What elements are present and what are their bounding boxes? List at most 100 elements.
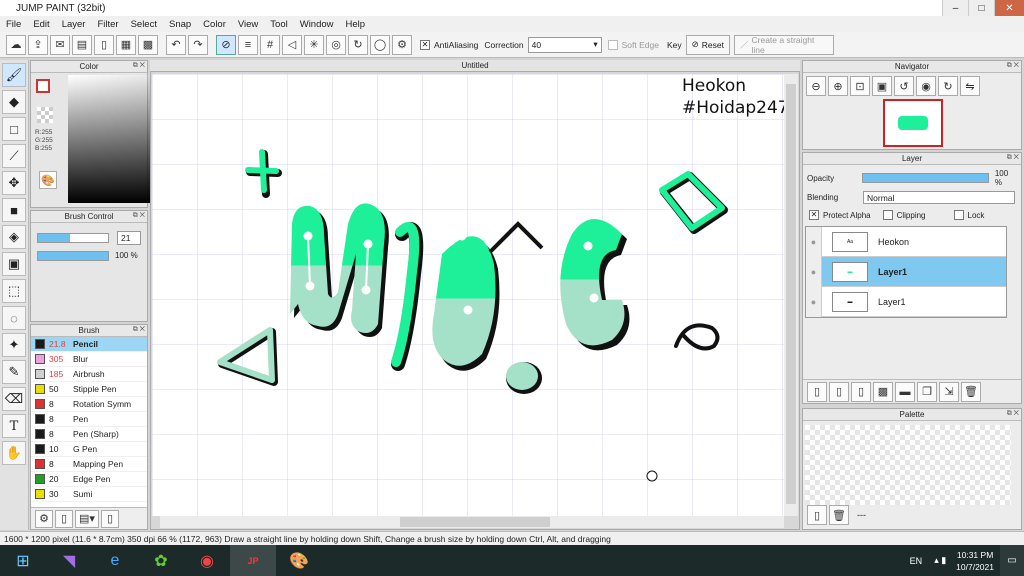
brush-item[interactable]: 50 Stipple Pen [31, 382, 147, 397]
drawing-canvas[interactable]: Heokon #Hoidap247 [152, 74, 784, 516]
export-icon[interactable]: ⇪ [28, 34, 48, 55]
tiles-icon[interactable]: ▩ [138, 34, 158, 55]
layer-row[interactable]: ● ▬ Layer1 [806, 256, 1006, 287]
fill-rect-tool-icon[interactable]: ■ [2, 198, 26, 222]
correction-select[interactable]: 40 ▾ [527, 36, 602, 53]
eraser-tool-icon[interactable]: ◆ [2, 90, 26, 114]
curve-snap-icon[interactable]: ↻ [348, 34, 368, 55]
duplicate-layer-icon[interactable]: ❐ [917, 381, 937, 402]
antialiasing-checkbox[interactable]: ✕ [420, 39, 430, 50]
panel-float-icon[interactable]: ⧉ ✕ [1007, 410, 1019, 418]
brush-item[interactable]: 8 Pen (Sharp) [31, 427, 147, 442]
menu-tool[interactable]: Tool [270, 19, 287, 30]
visibility-icon[interactable]: ● [806, 286, 822, 317]
line-tool-icon[interactable]: ⟋ [2, 144, 26, 168]
redo-icon[interactable]: ↷ [188, 34, 208, 55]
blending-select[interactable]: Normal [863, 191, 1015, 204]
maximize-button[interactable]: □ [968, 0, 994, 16]
rotate-left-icon[interactable]: ↺ [894, 76, 914, 96]
menu-select[interactable]: Select [131, 19, 157, 30]
folder-icon[interactable]: ▬ [895, 381, 915, 402]
language-indicator[interactable]: EN [910, 556, 923, 566]
chrome-icon[interactable]: ◉ [184, 545, 230, 576]
panel-float-icon[interactable]: ⧉ ✕ [133, 326, 145, 334]
radial-snap-icon[interactable]: ✳ [304, 34, 324, 55]
straight-line-button[interactable]: ／ Create a straight line [733, 34, 834, 55]
panel-float-icon[interactable]: ⧉ ✕ [1007, 154, 1019, 162]
parallel-snap-icon[interactable]: ≡ [238, 34, 258, 55]
notification-icon[interactable]: ▭ [1000, 545, 1024, 576]
vertical-scrollbar[interactable] [784, 74, 798, 516]
start-button[interactable]: ⊞ [0, 545, 46, 576]
comment-icon[interactable]: ✉ [50, 34, 70, 55]
new-layer-icon[interactable]: ▯ [807, 381, 827, 402]
lasso-tool-icon[interactable]: ◌ [2, 306, 26, 330]
text-tool-icon[interactable]: T [2, 414, 26, 438]
zoom-out-icon[interactable]: ⊖ [806, 76, 826, 96]
reset-button[interactable]: ⊘ Reset [685, 34, 730, 55]
undo-icon[interactable]: ↶ [166, 34, 186, 55]
rotate-right-icon[interactable]: ↻ [938, 76, 958, 96]
saturation-value-picker[interactable] [68, 75, 160, 203]
cloud-icon[interactable]: ☁ [6, 34, 26, 55]
menu-window[interactable]: Window [300, 19, 334, 30]
actual-size-icon[interactable]: ▣ [872, 76, 892, 96]
panel-float-icon[interactable]: ⧉ ✕ [133, 212, 145, 220]
menu-layer[interactable]: Layer [62, 19, 86, 30]
fg-color-swatch[interactable] [36, 79, 50, 93]
transparent-swatch[interactable] [37, 107, 53, 123]
brush-item[interactable]: 10 G Pen [31, 442, 147, 457]
brush-menu-icon[interactable]: ▤▾ [75, 509, 99, 528]
reset-view-icon[interactable]: ◉ [916, 76, 936, 96]
menu-color[interactable]: Color [203, 19, 226, 30]
page-icon[interactable]: ▯ [94, 34, 114, 55]
panel-float-icon[interactable]: ⧉ ✕ [133, 62, 145, 70]
navigator-preview[interactable] [883, 99, 943, 147]
clipping-checkbox[interactable] [882, 210, 893, 220]
brush-item[interactable]: 8 Rotation Symm [31, 397, 147, 412]
brush-item[interactable]: 8 Mapping Pen [31, 457, 147, 472]
brush-settings-icon[interactable]: ⚙ [35, 509, 53, 528]
grid-layout-icon[interactable]: ▦ [116, 34, 136, 55]
visibility-icon[interactable]: ● [806, 226, 822, 257]
clock[interactable]: 10:31 PM 10/7/2021 [956, 549, 994, 573]
hand-tool-icon[interactable]: ✋ [2, 441, 26, 465]
menu-filter[interactable]: Filter [97, 19, 118, 30]
select-eraser-icon[interactable]: ⌫ [2, 387, 26, 411]
magic-wand-icon[interactable]: ✦ [2, 333, 26, 357]
app-green-icon[interactable]: ✿ [138, 545, 184, 576]
rectangle-tool-icon[interactable]: □ [2, 117, 26, 141]
bucket-tool-icon[interactable]: ◈ [2, 225, 26, 249]
new-brush-icon[interactable]: ▯ [55, 509, 73, 528]
move-tool-icon[interactable]: ✥ [2, 171, 26, 195]
delete-layer-icon[interactable]: 🗑 [961, 381, 981, 402]
snap-settings-icon[interactable]: ⚙ [392, 34, 412, 55]
menu-edit[interactable]: Edit [33, 19, 49, 30]
new-palette-icon[interactable]: ▯ [807, 505, 827, 525]
concentric-snap-icon[interactable]: ◎ [326, 34, 346, 55]
merge-layer-icon[interactable]: ⇲ [939, 381, 959, 402]
zoom-in-icon[interactable]: ⊕ [828, 76, 848, 96]
select-pen-icon[interactable]: ✎ [2, 360, 26, 384]
internet-explorer-icon[interactable]: e [92, 545, 138, 576]
delete-palette-icon[interactable]: 🗑 [829, 505, 849, 525]
protect-alpha-checkbox[interactable]: ✕ [809, 210, 819, 220]
brush-tool-icon[interactable]: 🖌 [2, 63, 26, 87]
flip-icon[interactable]: ⇋ [960, 76, 980, 96]
new-layer-1bit-icon[interactable]: ▯ [851, 381, 871, 402]
tone-layer-icon[interactable]: ▩ [873, 381, 893, 402]
panel-float-icon[interactable]: ⧉ ✕ [1007, 62, 1019, 70]
snap-off-icon[interactable]: ⊘ [216, 34, 236, 55]
paint-icon[interactable]: 🎨 [276, 545, 322, 576]
perspective-snap-icon[interactable]: ◁ [282, 34, 302, 55]
brush-item[interactable]: 20 Edge Pen [31, 472, 147, 487]
brush-item[interactable]: 21.8 Pencil [31, 337, 147, 352]
brush-opacity-slider[interactable] [37, 251, 109, 261]
layer-row[interactable]: ● Aa Heokon [806, 226, 1006, 257]
jump-paint-icon[interactable]: JP [230, 545, 276, 576]
delete-brush-icon[interactable]: ▯ [101, 509, 119, 528]
grid-snap-icon[interactable]: # [260, 34, 280, 55]
soft-edge-checkbox[interactable] [607, 39, 618, 50]
brush-size-slider[interactable] [37, 233, 109, 243]
layer-opacity-slider[interactable] [861, 173, 989, 183]
